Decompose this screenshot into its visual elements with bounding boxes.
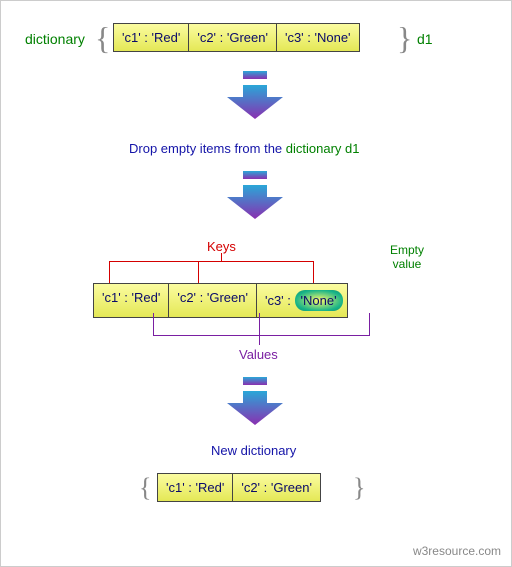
empty-value-label: Empty value xyxy=(379,243,435,272)
keys-up-tick xyxy=(221,253,222,261)
values-label: Values xyxy=(239,347,278,362)
values-tick-3 xyxy=(369,313,370,335)
step1-dictref: dictionary d1 xyxy=(286,141,360,156)
brace-close-result: } xyxy=(353,475,365,501)
brace-close-top: } xyxy=(397,22,412,54)
keys-tick-2 xyxy=(198,261,199,283)
top-cell-c3: 'c3' : 'None' xyxy=(277,23,360,52)
values-hline xyxy=(153,335,370,336)
label-d1: d1 xyxy=(417,31,433,47)
mid-dict-row: 'c1' : 'Red' 'c2' : 'Green' 'c3' : 'None… xyxy=(93,283,348,318)
top-cell-c1: 'c1' : 'Red' xyxy=(113,23,189,52)
keys-tick-1 xyxy=(109,261,110,283)
new-dictionary-label: New dictionary xyxy=(211,443,296,458)
top-cell-c2: 'c2' : 'Green' xyxy=(189,23,277,52)
arrow-1 xyxy=(225,71,285,117)
mid-cell-c2: 'c2' : 'Green' xyxy=(169,283,257,318)
mid-cell-c1: 'c1' : 'Red' xyxy=(93,283,169,318)
keys-tick-3 xyxy=(313,261,314,283)
mid-cell-c3: 'c3' : 'None' xyxy=(257,283,348,318)
step1-text: Drop empty items from the dictionary d1 xyxy=(129,141,360,156)
result-cell-c2: 'c2' : 'Green' xyxy=(233,473,321,502)
values-tick-2 xyxy=(259,313,260,335)
keys-hline xyxy=(109,261,313,262)
result-cell-c1: 'c1' : 'Red' xyxy=(157,473,233,502)
brace-open-result: { xyxy=(139,475,151,501)
label-dictionary: dictionary xyxy=(25,31,85,47)
keys-label: Keys xyxy=(207,239,236,254)
step1-plain: Drop empty items from the xyxy=(129,141,282,156)
top-dict-row: 'c1' : 'Red' 'c2' : 'Green' 'c3' : 'None… xyxy=(113,23,360,52)
mid-cell-c3-key: 'c3' : xyxy=(265,293,291,308)
footer-credit: w3resource.com xyxy=(413,544,501,558)
result-dict-row: 'c1' : 'Red' 'c2' : 'Green' xyxy=(157,473,321,502)
values-tick-1 xyxy=(153,313,154,335)
arrow-3 xyxy=(225,377,285,423)
brace-open-top: { xyxy=(95,22,110,54)
values-down-tick xyxy=(259,335,260,345)
none-highlight: 'None' xyxy=(295,290,343,311)
arrow-2 xyxy=(225,171,285,217)
